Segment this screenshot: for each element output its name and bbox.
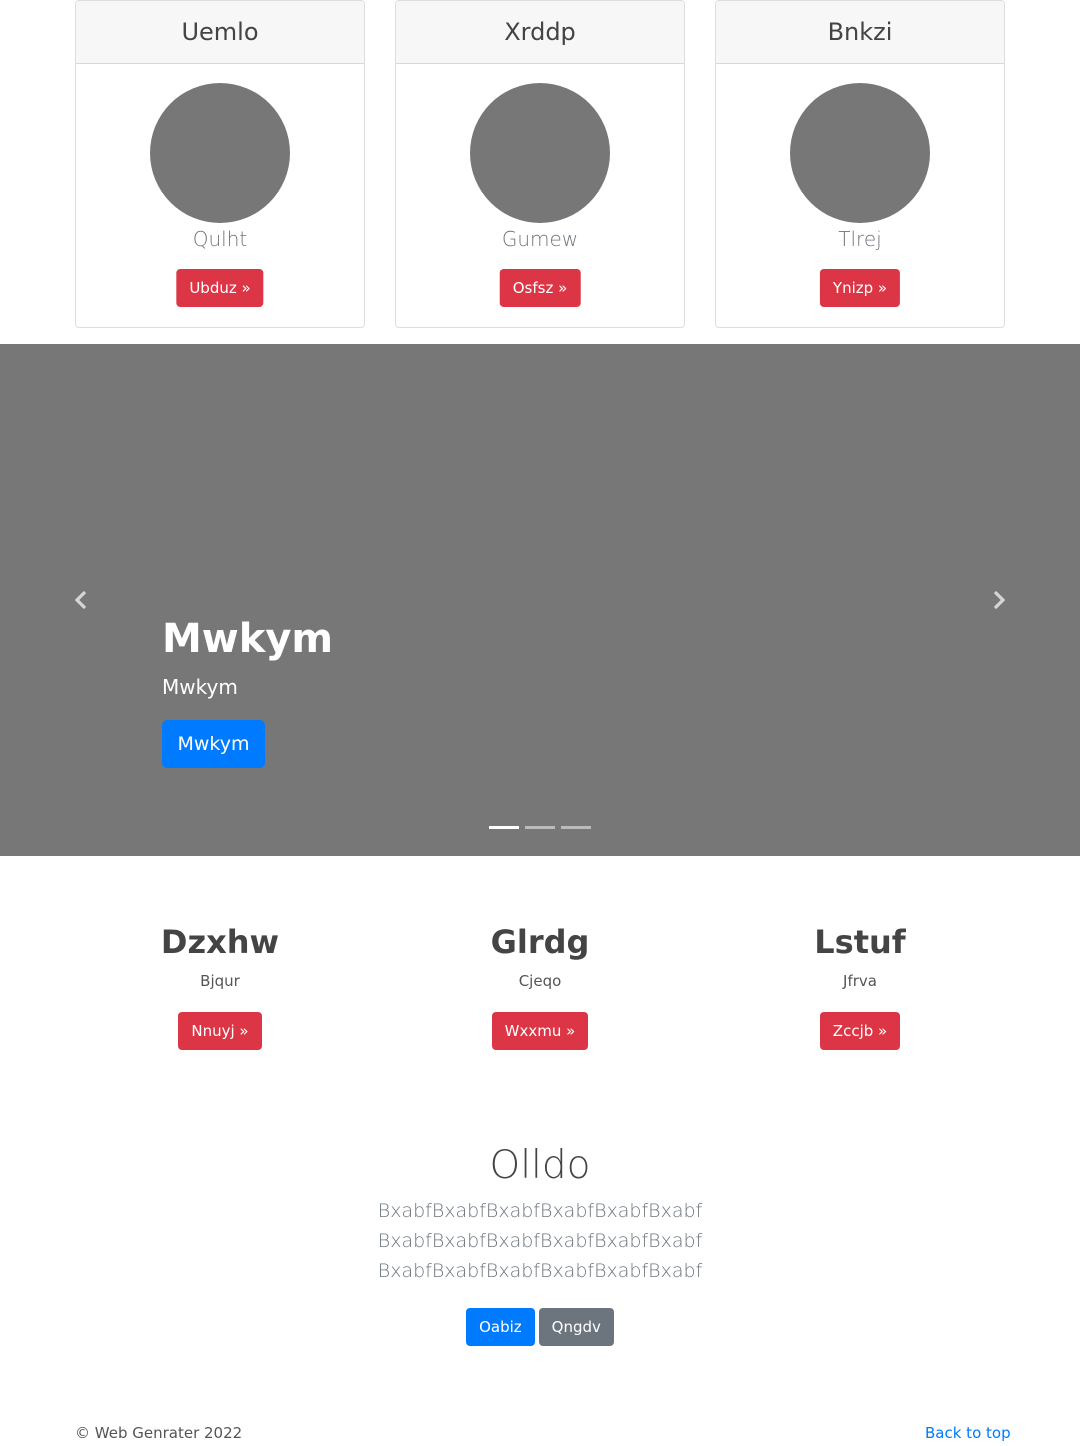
feature-text: Cjeqo	[518, 972, 562, 990]
card-subtitle: Gumew	[501, 227, 579, 251]
carousel-indicators	[489, 826, 591, 829]
carousel-indicator-1[interactable]	[489, 826, 519, 829]
footer-copyright: © Web Genrater 2022	[75, 1424, 243, 1442]
feature-column-1: Dzxhw Bjqur Nnuyj »	[75, 920, 365, 1050]
feature-button[interactable]: Wxxmu »	[491, 1012, 589, 1050]
carousel-indicator-2[interactable]	[525, 826, 555, 829]
card-row: Uemlo Qulht Ubduz » Xrddp Gumew Osfsz » …	[75, 0, 1005, 328]
card-title: Uemlo	[76, 1, 364, 64]
carousel: Mwkym Mwkym Mwkym	[0, 344, 1080, 856]
card-subtitle: Tlrej	[838, 227, 882, 251]
card-button[interactable]: Osfsz »	[499, 269, 581, 307]
carousel-caption-title: Mwkym	[162, 616, 334, 662]
avatar-placeholder	[150, 83, 290, 223]
feature-column-2: Glrdg Cjeqo Wxxmu »	[395, 920, 685, 1050]
chevron-left-icon	[74, 590, 87, 610]
jumbotron-lead-text: BxabfBxabfBxabfBxabfBxabfBxabf BxabfBxab…	[377, 1200, 703, 1282]
card-bnkzi: Bnkzi Tlrej Ynizp »	[715, 0, 1005, 328]
jumbotron-heading: Olldo	[489, 1143, 591, 1188]
card-uemlo: Uemlo Qulht Ubduz »	[75, 0, 365, 328]
card-title: Xrddp	[396, 1, 684, 64]
feature-title: Lstuf	[814, 923, 906, 961]
card-subtitle: Qulht	[192, 227, 248, 251]
secondary-button[interactable]: Qngdv	[538, 1308, 614, 1346]
card-button[interactable]: Ynizp »	[819, 269, 901, 307]
carousel-indicator-3[interactable]	[561, 826, 591, 829]
back-to-top-link[interactable]: Back to top	[925, 1424, 1011, 1442]
carousel-caption-button[interactable]: Mwkym	[162, 720, 265, 768]
card-title: Bnkzi	[716, 1, 1004, 64]
jumbotron: Olldo BxabfBxabfBxabfBxabfBxabfBxabf Bxa…	[0, 1140, 1080, 1346]
feature-button[interactable]: Zccjb »	[819, 1012, 901, 1050]
avatar-placeholder	[470, 83, 610, 223]
carousel-caption-text: Mwkym	[162, 675, 238, 699]
card-button[interactable]: Ubduz »	[176, 269, 264, 307]
feature-column-3: Lstuf Jfrva Zccjb »	[715, 920, 1005, 1050]
carousel-prev-button[interactable]	[70, 588, 94, 612]
card-xrddp: Xrddp Gumew Osfsz »	[395, 0, 685, 328]
jumbotron-buttons: Oabiz Qngdv	[0, 1308, 1080, 1346]
feature-text: Bjqur	[200, 972, 240, 990]
primary-button[interactable]: Oabiz	[466, 1308, 535, 1346]
feature-title: Dzxhw	[160, 923, 280, 961]
feature-button[interactable]: Nnuyj »	[178, 1012, 262, 1050]
chevron-right-icon	[993, 590, 1006, 610]
carousel-next-button[interactable]	[986, 588, 1010, 612]
avatar-placeholder	[790, 83, 930, 223]
feature-title: Glrdg	[490, 923, 590, 961]
feature-text: Jfrva	[843, 972, 877, 990]
